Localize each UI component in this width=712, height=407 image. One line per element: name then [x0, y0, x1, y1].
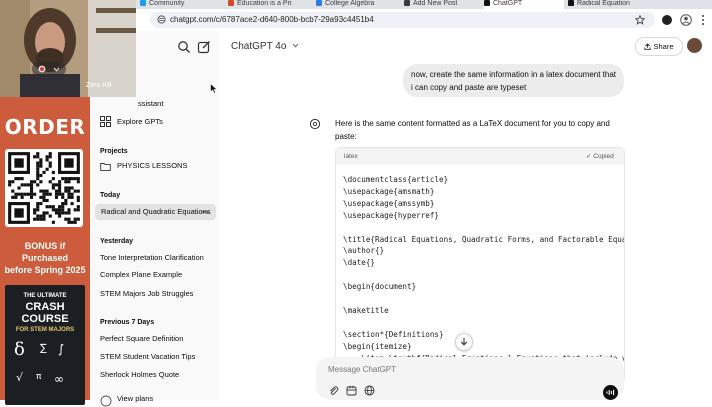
search-icon[interactable] — [177, 40, 191, 54]
share-icon — [644, 43, 652, 50]
new-chat-icon[interactable] — [197, 40, 211, 54]
svg-text:δ: δ — [14, 339, 25, 360]
browser-tab[interactable]: Add New Post — [404, 0, 482, 9]
share-button[interactable]: Share — [635, 37, 683, 56]
globe-icon[interactable] — [364, 385, 375, 396]
sidebar-item-history[interactable]: Complex Plane Example — [100, 267, 215, 283]
chevron-down-icon[interactable] — [53, 67, 60, 72]
url-text: chatgpt.com/c/6787ace2-d640-800b-bcb7-29… — [170, 15, 374, 24]
more-options-icon[interactable] — [201, 209, 209, 215]
sidebar-item-history[interactable]: Perfect Square Definition — [100, 331, 215, 347]
user-message: now, create the same information in a la… — [403, 64, 624, 97]
browser-tab[interactable]: Community — [140, 0, 225, 9]
mouse-cursor-icon — [210, 83, 218, 94]
previous-7-days-heading: Previous 7 Days — [100, 319, 155, 326]
sidebar-item-assistant[interactable]: ssistant — [138, 96, 198, 112]
bonus-line: BONUS if Purchased — [21, 241, 69, 263]
waveform-icon — [606, 389, 615, 396]
chat-main: ChatGPT 4o Share now, create the same in… — [219, 31, 712, 400]
bonus-line: before Spring 2025 — [4, 265, 86, 275]
paperclip-icon[interactable] — [328, 385, 339, 396]
plans-icon — [100, 395, 112, 407]
svg-text:√: √ — [16, 371, 24, 384]
sidebar-item-history[interactable]: STEM Majors Job Struggles — [100, 286, 215, 302]
yesterday-heading: Yesterday — [100, 238, 134, 245]
bonus-text: BONUS if Purchased before Spring 2025 — [2, 240, 88, 276]
svg-text:∞: ∞ — [54, 372, 64, 386]
folder-icon — [100, 163, 111, 171]
svg-text:∑: ∑ — [40, 343, 47, 354]
share-button-label: Share — [653, 42, 674, 51]
chevron-down-icon — [292, 43, 299, 48]
record-icon[interactable] — [38, 65, 46, 73]
qr-code — [5, 149, 83, 227]
profile-icon[interactable] — [680, 14, 692, 26]
tools-icon[interactable] — [346, 385, 357, 396]
sidebar-item-history[interactable]: Sherlock Holmes Quote — [100, 367, 215, 383]
avatar[interactable] — [687, 38, 702, 53]
webcam-overlay: Zero KB — [0, 0, 136, 97]
bookmark-star-icon[interactable] — [635, 15, 645, 25]
webcam-feed-image — [0, 0, 136, 97]
sidebar-item-history[interactable]: STEM Student Vacation Tips — [100, 349, 215, 365]
qr-pattern-icon — [8, 152, 80, 224]
explore-gpts-icon — [100, 116, 111, 127]
code-content: \documentclass{article} \usepackage{amsm… — [343, 175, 624, 363]
sidebar-item-history[interactable]: Tone Interpretation Clarification — [100, 250, 215, 266]
tab-favicon-icon — [316, 0, 322, 6]
browser-tab[interactable]: Education is a Pri — [228, 0, 313, 9]
code-block: latex ✓ Copied \documentclass{article} \… — [335, 147, 625, 384]
tab-favicon-icon — [404, 0, 410, 6]
message-composer — [316, 357, 624, 400]
site-info-icon[interactable] — [157, 15, 166, 24]
model-name-label: ChatGPT 4o — [231, 41, 287, 52]
tab-favicon-icon — [228, 0, 234, 6]
model-selector[interactable]: ChatGPT 4o — [231, 41, 299, 52]
webcam-label: Zero KB — [86, 82, 112, 89]
assistant-message: Here is the same content formatted as a … — [335, 119, 610, 141]
book-cover: THE ULTIMATE CRASH COURSE FOR STEM MAJOR… — [5, 285, 85, 405]
browser-tab-active[interactable]: ChatGPT — [484, 0, 564, 9]
browser-tab[interactable]: Radical Equation — [568, 0, 658, 9]
tab-favicon-icon — [568, 0, 574, 6]
tab-favicon-icon — [484, 0, 490, 6]
tab-favicon-icon — [140, 0, 146, 6]
code-language-label: latex — [344, 153, 358, 160]
browser-menu-icon[interactable] — [700, 14, 706, 26]
order-heading: ORDER — [4, 115, 86, 139]
svg-text:π: π — [36, 372, 42, 382]
projects-heading: Projects — [100, 148, 128, 155]
scroll-to-bottom-button[interactable] — [455, 333, 473, 351]
arrow-down-icon — [460, 337, 468, 346]
copy-button[interactable]: ✓ Copied — [586, 148, 614, 165]
book-title-line: THE ULTIMATE — [23, 293, 67, 299]
extension-icon[interactable] — [661, 14, 673, 26]
browser-tab[interactable]: College Algebra — [316, 0, 401, 9]
chatgpt-logo-icon — [309, 118, 321, 130]
view-plans-link[interactable]: View plans — [117, 391, 232, 407]
book-title-line: CRASH COURSE — [21, 301, 69, 325]
code-block-header: latex ✓ Copied — [336, 148, 624, 165]
message-input[interactable] — [328, 365, 568, 374]
sidebar-item-radical-quadratic[interactable]: Radical and Quadratic Equations — [95, 204, 216, 220]
sidebar-item-physics-lessons[interactable]: PHYSICS LESSONS — [117, 158, 232, 174]
svg-text:∫: ∫ — [58, 342, 64, 356]
sidebar-item-explore-gpts[interactable]: Explore GPTs — [117, 114, 232, 130]
today-heading: Today — [100, 192, 121, 199]
camera-controls[interactable] — [32, 62, 66, 76]
voice-mode-button[interactable] — [603, 385, 618, 400]
math-symbols-icon: δ ∑ ∫ √ π ∞ — [14, 339, 64, 386]
